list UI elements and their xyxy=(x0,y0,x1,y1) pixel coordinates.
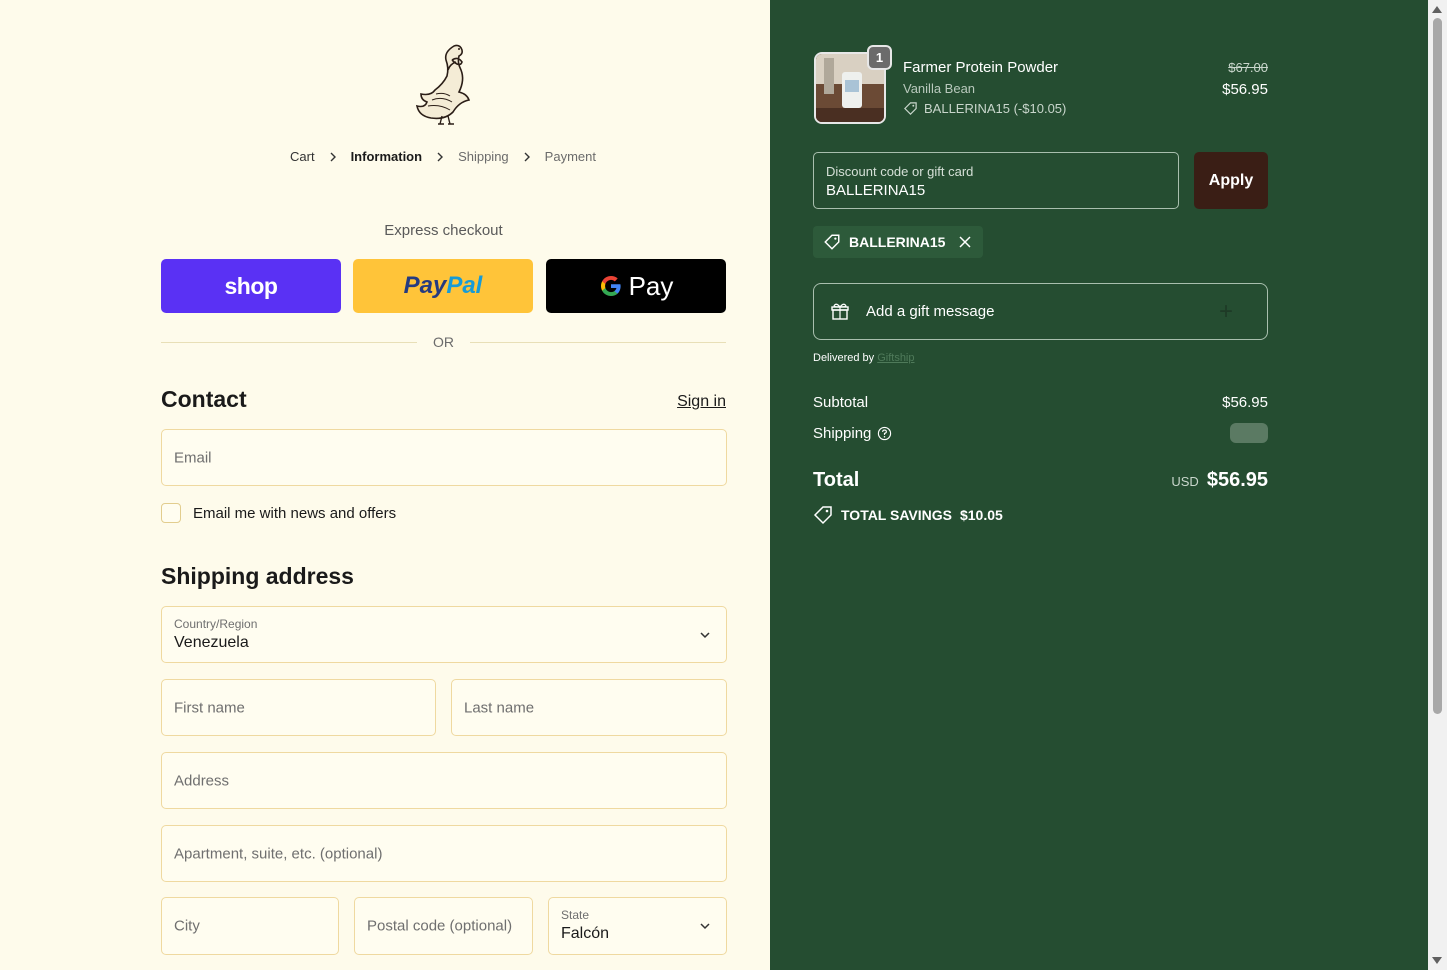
newsletter-checkbox[interactable] xyxy=(161,503,181,523)
google-g-icon xyxy=(600,276,621,296)
address-placeholder: Address xyxy=(174,772,230,789)
discount-code-input[interactable]: Discount code or gift card BALLERINA15 xyxy=(813,152,1179,209)
postal-code-placeholder: Postal code (optional) xyxy=(367,917,513,935)
last-name-placeholder: Last name xyxy=(464,699,535,716)
subtotal-row: Subtotal $56.95 xyxy=(813,394,1268,411)
help-circle-icon[interactable] xyxy=(877,426,892,441)
chevron-right-icon xyxy=(433,150,447,164)
total-row: Total USD $56.95 xyxy=(813,469,1268,492)
state-label: State xyxy=(561,908,590,922)
gift-message-button[interactable]: Add a gift message + xyxy=(813,283,1268,340)
postal-code-field[interactable]: Postal code (optional) xyxy=(354,897,533,955)
or-label: OR xyxy=(433,334,454,350)
goose-logo[interactable] xyxy=(412,40,476,126)
product-variant: Vanilla Bean xyxy=(903,81,976,96)
giftship-link[interactable]: Giftship xyxy=(877,352,914,364)
checkout-form-panel: Cart Information Shipping Payment Expres… xyxy=(0,0,770,970)
currency-code: USD xyxy=(1171,474,1199,489)
order-summary-panel: 1 Farmer Protein Powder Vanilla Bean BAL… xyxy=(770,0,1428,970)
divider-line xyxy=(161,341,417,343)
gift-icon xyxy=(831,303,849,320)
product-original-price: $67.00 xyxy=(1228,60,1268,75)
close-icon[interactable] xyxy=(957,234,973,250)
google-pay-button[interactable]: Pay xyxy=(546,259,726,313)
scroll-up-arrow[interactable] xyxy=(1432,6,1442,13)
chevron-down-icon xyxy=(700,923,710,930)
breadcrumb-cart[interactable]: Cart xyxy=(290,149,315,164)
country-value: Venezuela xyxy=(174,634,249,651)
express-checkout-heading: Express checkout xyxy=(384,222,503,239)
breadcrumb: Cart Information Shipping Payment xyxy=(0,149,886,164)
shipping-row: Shipping xyxy=(813,423,1268,443)
plus-icon: + xyxy=(1218,297,1233,325)
country-label: Country/Region xyxy=(174,617,258,631)
product-discount: BALLERINA15 (-$10.05) xyxy=(903,101,1066,116)
discount-code-value: BALLERINA15 xyxy=(826,182,926,199)
savings-value: $10.05 xyxy=(959,507,1003,523)
chevron-right-icon xyxy=(326,150,340,164)
total-savings: TOTAL SAVINGS $10.05 xyxy=(813,505,1003,525)
paypal-label-pal: Pal xyxy=(446,272,483,299)
page-scrollbar[interactable] xyxy=(1428,0,1447,970)
delivered-by: Delivered by Giftship xyxy=(813,352,915,364)
scroll-down-arrow[interactable] xyxy=(1432,957,1442,964)
address-field[interactable]: Address xyxy=(161,752,727,809)
product-discount-text: BALLERINA15 (-$10.05) xyxy=(924,101,1067,116)
shipping-label: Shipping xyxy=(813,424,872,442)
applied-discount-code: BALLERINA15 xyxy=(849,234,946,250)
discount-code-label: Discount code or gift card xyxy=(826,164,974,179)
total-amount: USD $56.95 xyxy=(1171,469,1268,492)
newsletter-option: Email me with news and offers xyxy=(161,503,396,523)
email-field[interactable]: Email xyxy=(161,429,727,486)
tag-icon xyxy=(904,102,917,115)
breadcrumb-payment: Payment xyxy=(544,149,596,164)
delivered-by-label: Delivered by xyxy=(813,352,875,364)
applied-discount-tag: BALLERINA15 xyxy=(813,226,984,258)
shipping-label-group: Shipping xyxy=(813,425,892,442)
newsletter-label: Email me with news and offers xyxy=(193,504,397,522)
quantity-badge: 1 xyxy=(867,45,892,70)
breadcrumb-information: Information xyxy=(350,149,423,164)
product-name: Farmer Protein Powder xyxy=(903,59,1059,76)
city-field[interactable]: City xyxy=(161,897,339,955)
state-select[interactable]: State Falcón xyxy=(548,897,727,955)
apply-button[interactable]: Apply xyxy=(1194,152,1268,209)
paypal-button[interactable]: Pay Pal xyxy=(353,259,533,313)
shop-pay-button[interactable]: shop xyxy=(161,259,341,313)
contact-heading: Contact xyxy=(161,386,247,412)
scrollbar-thumb[interactable] xyxy=(1433,18,1442,714)
chevron-right-icon xyxy=(520,150,534,164)
shipping-loading-placeholder xyxy=(1230,423,1268,443)
country-select[interactable]: Country/Region Venezuela xyxy=(161,606,727,663)
tag-icon xyxy=(824,234,840,250)
sign-in-link[interactable]: Sign in xyxy=(677,393,726,411)
paypal-label-pay: Pay xyxy=(403,272,447,299)
last-name-field[interactable]: Last name xyxy=(451,679,727,736)
state-value: Falcón xyxy=(561,925,610,942)
apartment-field[interactable]: Apartment, suite, etc. (optional) xyxy=(161,825,727,882)
product-price: $56.95 xyxy=(1222,81,1268,98)
total-label: Total xyxy=(813,469,860,491)
subtotal-label: Subtotal xyxy=(813,394,869,411)
savings-label: TOTAL SAVINGS xyxy=(841,507,952,523)
or-divider: OR xyxy=(161,334,726,350)
total-value: $56.95 xyxy=(1206,469,1268,491)
chevron-down-icon xyxy=(700,631,710,638)
shipping-address-heading: Shipping address xyxy=(161,563,354,589)
savings-tag-icon xyxy=(813,506,832,525)
gift-message-label: Add a gift message xyxy=(866,303,995,320)
shop-pay-label: shop xyxy=(224,272,278,299)
city-placeholder: City xyxy=(174,917,200,935)
apartment-placeholder: Apartment, suite, etc. (optional) xyxy=(174,845,383,862)
email-placeholder: Email xyxy=(174,449,212,466)
subtotal-value: $56.95 xyxy=(1222,394,1268,411)
first-name-field[interactable]: First name xyxy=(161,679,436,736)
first-name-placeholder: First name xyxy=(174,699,245,716)
google-pay-label: Pay xyxy=(628,270,674,301)
divider-line xyxy=(470,341,726,343)
breadcrumb-shipping: Shipping xyxy=(458,149,509,164)
